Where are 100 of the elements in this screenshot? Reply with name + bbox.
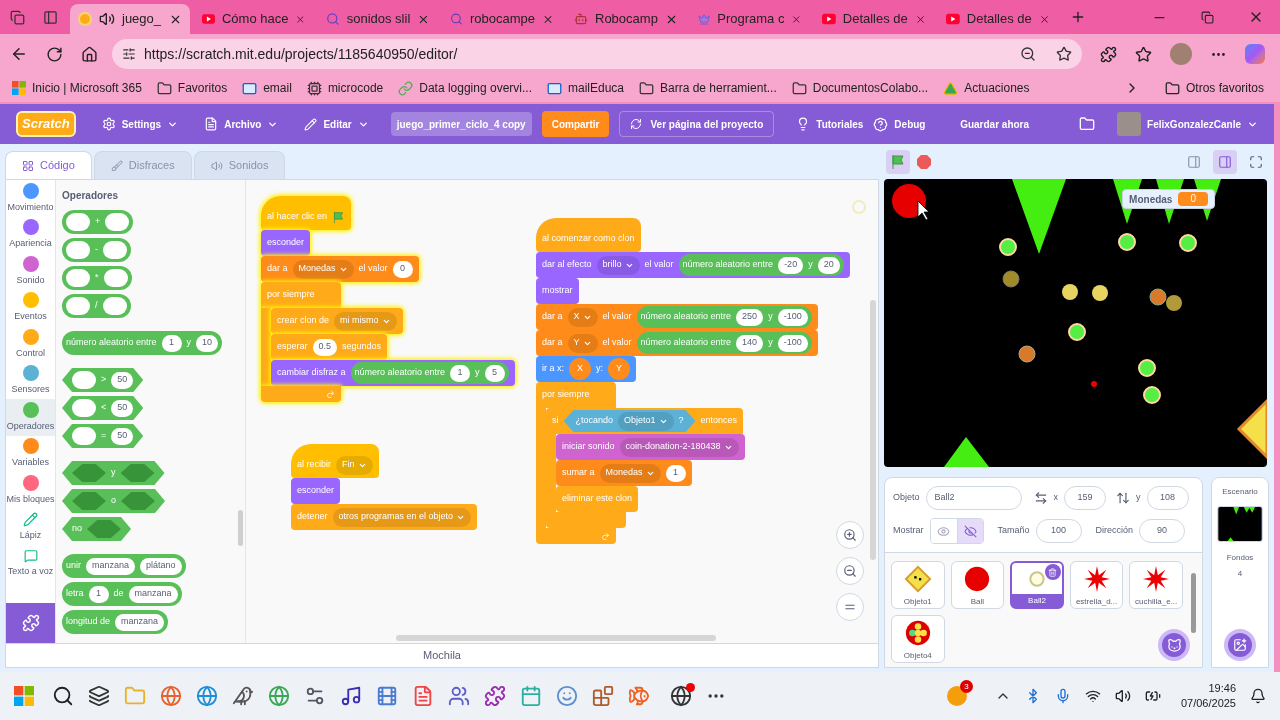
- reload-icon[interactable]: [46, 45, 63, 63]
- value-input[interactable]: 5: [484, 364, 505, 382]
- value-input[interactable]: 20: [817, 256, 840, 274]
- category-item[interactable]: Lápiz: [6, 508, 55, 545]
- add-sprite-button[interactable]: [1158, 629, 1190, 661]
- fullscreen-icon[interactable]: [1249, 154, 1263, 169]
- code-block[interactable]: dar a Monedas el valor 0: [261, 256, 419, 282]
- browser-tab[interactable]: Detalles de: [814, 4, 934, 34]
- category-item[interactable]: Apariencia: [6, 216, 55, 253]
- calendar-icon[interactable]: [520, 685, 542, 707]
- value-input[interactable]: -100: [777, 334, 808, 352]
- sprite-tile[interactable]: Ball: [950, 561, 1005, 609]
- browser-tab[interactable]: Detalles de: [938, 4, 1058, 34]
- code-block[interactable]: dar al efecto brillo el valor número aleatorio entre -20 y 20: [536, 252, 850, 278]
- code-block[interactable]: esconder: [291, 478, 341, 504]
- favorite-icon[interactable]: [1056, 46, 1072, 62]
- editor-tab[interactable]: Código: [5, 151, 92, 179]
- browser-tab[interactable]: Programa c: [690, 4, 810, 34]
- sprite-tile[interactable]: estrella_d...: [1069, 561, 1124, 609]
- dropdown-menu[interactable]: brillo: [596, 255, 640, 275]
- bookmark[interactable]: DocumentosColabo...: [791, 79, 929, 97]
- reporter-block[interactable]: número aleatorio entre 250 y -100: [636, 306, 812, 328]
- value-input[interactable]: 1: [88, 585, 109, 603]
- empty-slot[interactable]: [66, 241, 90, 259]
- folder-icon[interactable]: [1079, 116, 1096, 132]
- reporter-block[interactable]: número aleatorio entre -20 y 20: [678, 254, 844, 276]
- add-backdrop-button[interactable]: [1224, 629, 1256, 661]
- audio-app-icon[interactable]: [340, 685, 362, 707]
- scrollbar[interactable]: [870, 300, 876, 560]
- category-item[interactable]: Sensores: [6, 362, 55, 399]
- sprite-tile[interactable]: cuchilla_e...: [1129, 561, 1183, 609]
- fish-icon[interactable]: [628, 685, 650, 707]
- run-button[interactable]: [886, 149, 910, 174]
- speaker-icon[interactable]: [1114, 688, 1131, 704]
- empty-slot[interactable]: [72, 427, 96, 445]
- empty-slot[interactable]: [66, 269, 90, 287]
- category-item[interactable]: Sonido: [6, 253, 55, 290]
- bookmark[interactable]: Inicio | Microsoft 365: [12, 79, 142, 97]
- bookmark[interactable]: microcode: [306, 79, 384, 97]
- empty-slot[interactable]: [103, 269, 128, 287]
- value-input[interactable]: 50: [111, 371, 134, 389]
- browser-tab[interactable]: juego_: [70, 4, 190, 34]
- category-item[interactable]: Texto a voz: [6, 545, 55, 582]
- stop-icon[interactable]: [916, 153, 932, 170]
- bookmark[interactable]: Barra de herramient...: [639, 79, 777, 97]
- normal-stage-button[interactable]: [1213, 149, 1237, 174]
- value-input[interactable]: 50: [111, 427, 134, 445]
- bookmark[interactable]: Data logging overvi...: [398, 79, 532, 97]
- reporter-block[interactable]: longitud de manzana: [62, 610, 169, 634]
- zoom-out-button[interactable]: [836, 557, 864, 585]
- scrollbar[interactable]: [396, 635, 716, 641]
- add-extension-button[interactable]: [6, 603, 55, 643]
- value-input[interactable]: manzana: [128, 585, 178, 603]
- people-icon[interactable]: [448, 685, 470, 707]
- browser-tab[interactable]: Cómo hace: [194, 4, 314, 34]
- empty-slot[interactable]: [66, 213, 90, 231]
- bird-icon[interactable]: [232, 685, 254, 707]
- empty-slot[interactable]: [102, 297, 127, 315]
- empty-slot[interactable]: [72, 371, 96, 389]
- value-input[interactable]: 50: [111, 399, 134, 417]
- back-icon[interactable]: [10, 45, 28, 63]
- empty-slot[interactable]: [103, 241, 127, 259]
- code-block[interactable]: dar a Y el valor número aleatorio entre 140 y -100: [536, 330, 818, 356]
- code-block[interactable]: esconder: [261, 230, 311, 256]
- speaker-icon[interactable]: [99, 11, 115, 27]
- bookmark[interactable]: mailEduca: [546, 79, 624, 97]
- task-view-icon[interactable]: [88, 685, 110, 707]
- category-item[interactable]: Movimiento: [6, 180, 55, 217]
- value-input[interactable]: 140: [736, 334, 764, 352]
- document-icon[interactable]: [412, 685, 434, 707]
- globe-icon[interactable]: [670, 685, 692, 707]
- value-input[interactable]: 10: [196, 334, 219, 352]
- reporter-block[interactable]: número aleatorio entre 1 y 5: [350, 362, 509, 384]
- code-block[interactable]: cambiar disfraz a número aleatorio entre 1 y 5: [271, 360, 515, 386]
- category-item[interactable]: Operadores: [6, 399, 55, 436]
- save-now-link[interactable]: Guardar ahora: [960, 116, 1030, 132]
- menu-item[interactable]: Archivo: [200, 116, 283, 132]
- battery-icon[interactable]: [1144, 688, 1161, 704]
- code-block[interactable]: sumar a Monedas 1: [556, 460, 692, 486]
- puzzle-icon[interactable]: [484, 685, 506, 707]
- zoom-in-button[interactable]: [836, 521, 864, 549]
- scrollbar[interactable]: [1191, 573, 1196, 633]
- reporter-block[interactable]: número aleatorio entre 140 y -100: [636, 332, 812, 354]
- code-block[interactable]: mostrar: [536, 278, 579, 304]
- category-item[interactable]: Mis bloques: [6, 472, 55, 509]
- extensions-icon[interactable]: [1100, 45, 1117, 63]
- value-input[interactable]: -20: [778, 256, 804, 274]
- category-item[interactable]: Control: [6, 326, 55, 363]
- boolean-block[interactable]: = 50: [62, 424, 144, 448]
- hide-toggle[interactable]: [956, 519, 983, 543]
- site-info-icon[interactable]: [122, 47, 136, 61]
- value-input[interactable]: 1: [665, 464, 686, 482]
- value-input[interactable]: 1: [161, 334, 182, 352]
- reporter-block[interactable]: letra 1 de manzana: [62, 582, 182, 606]
- value-input[interactable]: plátano: [140, 557, 182, 575]
- browser-tab[interactable]: robocampe: [442, 4, 562, 34]
- value-input[interactable]: 1: [450, 364, 471, 382]
- dropdown-menu[interactable]: coin-donation-2-180438: [619, 437, 739, 457]
- browser-tab[interactable]: Robocamp: [566, 4, 686, 34]
- value-input[interactable]: 250: [736, 308, 764, 326]
